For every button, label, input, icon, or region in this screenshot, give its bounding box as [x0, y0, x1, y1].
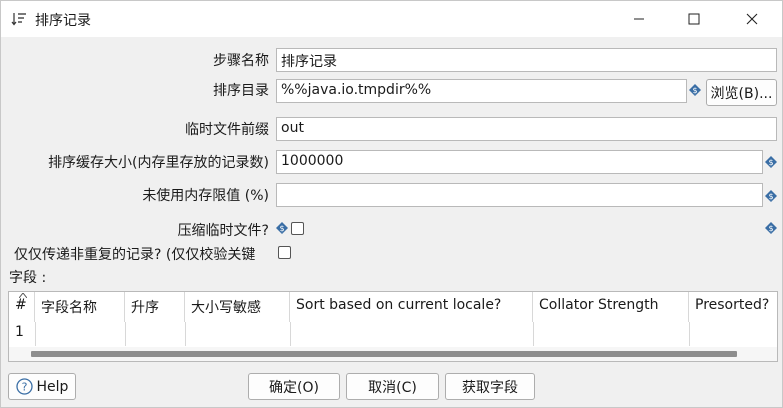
svg-text:$: $ — [768, 158, 773, 167]
sort-rows-dialog: 排序记录 步骤名称 排序记录 排序目录 %%java.io.tmpdir%% $… — [0, 0, 783, 408]
fields-table[interactable]: # 字段名称 升序 大小写敏感 Sort based on current lo… — [8, 291, 778, 362]
help-label: Help — [36, 378, 69, 395]
minimize-icon — [634, 18, 644, 20]
sort-directory-input[interactable]: %%java.io.tmpdir%% — [276, 79, 687, 103]
browse-button[interactable]: 浏览(B)... — [706, 79, 777, 106]
column-header[interactable]: 大小写敏感 — [185, 292, 290, 322]
temp-prefix-input[interactable]: out — [276, 117, 777, 141]
compress-label: 压缩临时文件? — [177, 223, 269, 239]
compress-checkbox[interactable] — [291, 222, 304, 235]
step-name-input[interactable]: 排序记录 — [276, 48, 777, 72]
ok-button[interactable]: 确定(O) — [248, 373, 340, 400]
variable-icon: $ — [689, 84, 701, 96]
close-icon — [746, 13, 758, 25]
free-memory-input[interactable] — [276, 183, 763, 207]
fields-label: 字段 : — [9, 270, 47, 286]
sort-size-input[interactable]: 1000000 — [276, 150, 763, 174]
svg-text:$: $ — [768, 192, 773, 201]
window-title: 排序记录 — [35, 13, 91, 29]
sort-size-label: 排序缓存大小(内存里存放的记录数) — [48, 155, 269, 171]
temp-prefix-label: 临时文件前缀 — [185, 122, 269, 138]
cancel-button[interactable]: 取消(C) — [346, 373, 439, 400]
sort-directory-label: 排序目录 — [213, 83, 269, 99]
svg-text:$: $ — [692, 86, 697, 95]
row-number: 1 — [15, 324, 24, 340]
unique-rows-checkbox[interactable] — [278, 246, 291, 259]
column-header[interactable]: Sort based on current locale? — [290, 292, 533, 322]
column-header[interactable]: 字段名称 — [35, 292, 125, 322]
close-button[interactable] — [729, 1, 775, 37]
variable-icon: $ — [765, 190, 777, 202]
maximize-button[interactable] — [671, 1, 717, 37]
horizontal-scrollbar[interactable] — [9, 347, 777, 361]
minimize-button[interactable] — [616, 1, 662, 37]
column-header[interactable]: # — [9, 292, 35, 322]
step-name-label: 步骤名称 — [213, 53, 269, 69]
sort-icon — [11, 13, 26, 26]
column-header[interactable]: Presorted? — [689, 292, 777, 322]
scrollbar-thumb[interactable] — [31, 351, 737, 357]
title-bar: 排序记录 — [1, 1, 782, 37]
svg-text:?: ? — [21, 381, 27, 394]
get-fields-button[interactable]: 获取字段 — [445, 373, 535, 400]
variable-icon: $ — [765, 156, 777, 168]
svg-text:$: $ — [768, 224, 773, 233]
variable-icon: $ — [276, 222, 288, 234]
column-header[interactable]: 升序 — [125, 292, 185, 322]
help-icon: ? — [15, 378, 33, 395]
column-header[interactable]: Collator Strength — [533, 292, 689, 322]
free-memory-label: 未使用内存限值 (%) — [142, 188, 269, 204]
help-button[interactable]: ? Help — [8, 373, 76, 400]
variable-icon: $ — [765, 222, 777, 234]
maximize-icon — [688, 13, 700, 25]
table-row[interactable]: 1 — [9, 322, 777, 346]
svg-text:$: $ — [279, 224, 284, 233]
unique-rows-label: 仅仅传递非重复的记录? (仅仅校验关键 — [14, 247, 256, 263]
